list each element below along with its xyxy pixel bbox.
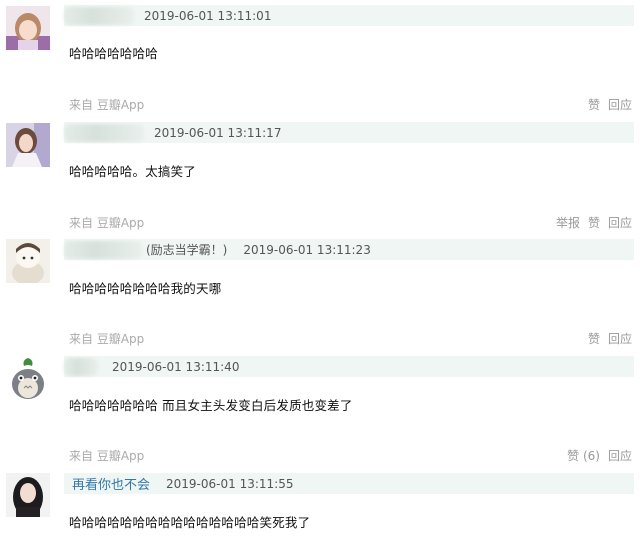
like-button[interactable]: 赞 (6) bbox=[567, 447, 600, 464]
like-button[interactable]: 赞 bbox=[588, 330, 600, 347]
blurred-username bbox=[64, 123, 144, 142]
reply-button[interactable]: 回应 bbox=[608, 330, 632, 347]
comment-meta: 2019-06-01 13:11:40 bbox=[64, 356, 634, 377]
comment-text: 哈哈哈哈哈哈哈哈哈哈哈哈哈哈哈笑死我了 bbox=[69, 515, 311, 530]
user-tag: (励志当学霸！) bbox=[146, 243, 228, 257]
avatar-girl-icon bbox=[6, 6, 50, 50]
comment-actions: 赞 回应 bbox=[588, 330, 632, 347]
comment-footer: 来自 豆瓣App 赞 回应 bbox=[69, 330, 632, 346]
comment-meta: (励志当学霸！) 2019-06-01 13:11:23 bbox=[64, 239, 634, 260]
comment-time: 2019-06-01 13:11:17 bbox=[154, 125, 282, 140]
blurred-username bbox=[64, 6, 134, 25]
avatar[interactable] bbox=[6, 473, 50, 517]
comment-time: 2019-06-01 13:11:40 bbox=[112, 359, 240, 374]
comment-footer: 来自 豆瓣App 举报 赞 回应 bbox=[69, 214, 632, 230]
reply-button[interactable]: 回应 bbox=[608, 447, 632, 464]
comment-actions: 举报 赞 回应 bbox=[556, 214, 632, 231]
avatar-cartoon-icon bbox=[6, 239, 50, 283]
comment-text: 哈哈哈哈哈哈哈 而且女主头发变白后发质也变差了 bbox=[69, 398, 353, 413]
comment-time: 2019-06-01 13:11:23 bbox=[243, 242, 371, 257]
reply-button[interactable]: 回应 bbox=[608, 96, 632, 113]
avatar[interactable] bbox=[6, 356, 50, 400]
comment-text: 哈哈哈哈哈哈哈 bbox=[69, 46, 158, 61]
avatar[interactable] bbox=[6, 6, 50, 50]
source-label: 来自 豆瓣App bbox=[69, 448, 145, 463]
comment-meta: 2019-06-01 13:11:01 bbox=[64, 5, 634, 26]
source-label: 来自 豆瓣App bbox=[69, 97, 145, 112]
reply-button[interactable]: 回应 bbox=[608, 214, 632, 231]
username-link[interactable]: 再看你也不会 bbox=[72, 474, 150, 493]
comment-meta: 再看你也不会 2019-06-01 13:11:55 bbox=[64, 473, 634, 494]
blurred-username bbox=[64, 240, 142, 259]
avatar-girl-photo-icon bbox=[6, 123, 50, 167]
comment-text: 哈哈哈哈哈哈哈哈我的天哪 bbox=[69, 281, 222, 296]
avatar[interactable] bbox=[6, 239, 50, 283]
source-label: 来自 豆瓣App bbox=[69, 215, 145, 230]
source-label: 来自 豆瓣App bbox=[69, 331, 145, 346]
like-button[interactable]: 赞 bbox=[588, 96, 600, 113]
comment-text: 哈哈哈哈哈。太搞笑了 bbox=[69, 164, 197, 179]
comment-meta: 2019-06-01 13:11:17 bbox=[64, 122, 634, 143]
totoro-icon bbox=[6, 356, 50, 400]
avatar[interactable] bbox=[6, 123, 50, 167]
comment-footer: 来自 豆瓣App 赞 (6) 回应 bbox=[69, 447, 632, 463]
comment-time: 2019-06-01 13:11:55 bbox=[166, 476, 294, 491]
comment-actions: 赞 回应 bbox=[588, 96, 632, 113]
comment-actions: 赞 (6) 回应 bbox=[567, 447, 632, 464]
comment-footer: 来自 豆瓣App 赞 回应 bbox=[69, 96, 632, 112]
blurred-username bbox=[64, 357, 98, 376]
like-button[interactable]: 赞 bbox=[588, 214, 600, 231]
report-button[interactable]: 举报 bbox=[556, 214, 580, 231]
avatar-dark-hair-icon bbox=[6, 473, 50, 517]
comment-time: 2019-06-01 13:11:01 bbox=[144, 8, 272, 23]
